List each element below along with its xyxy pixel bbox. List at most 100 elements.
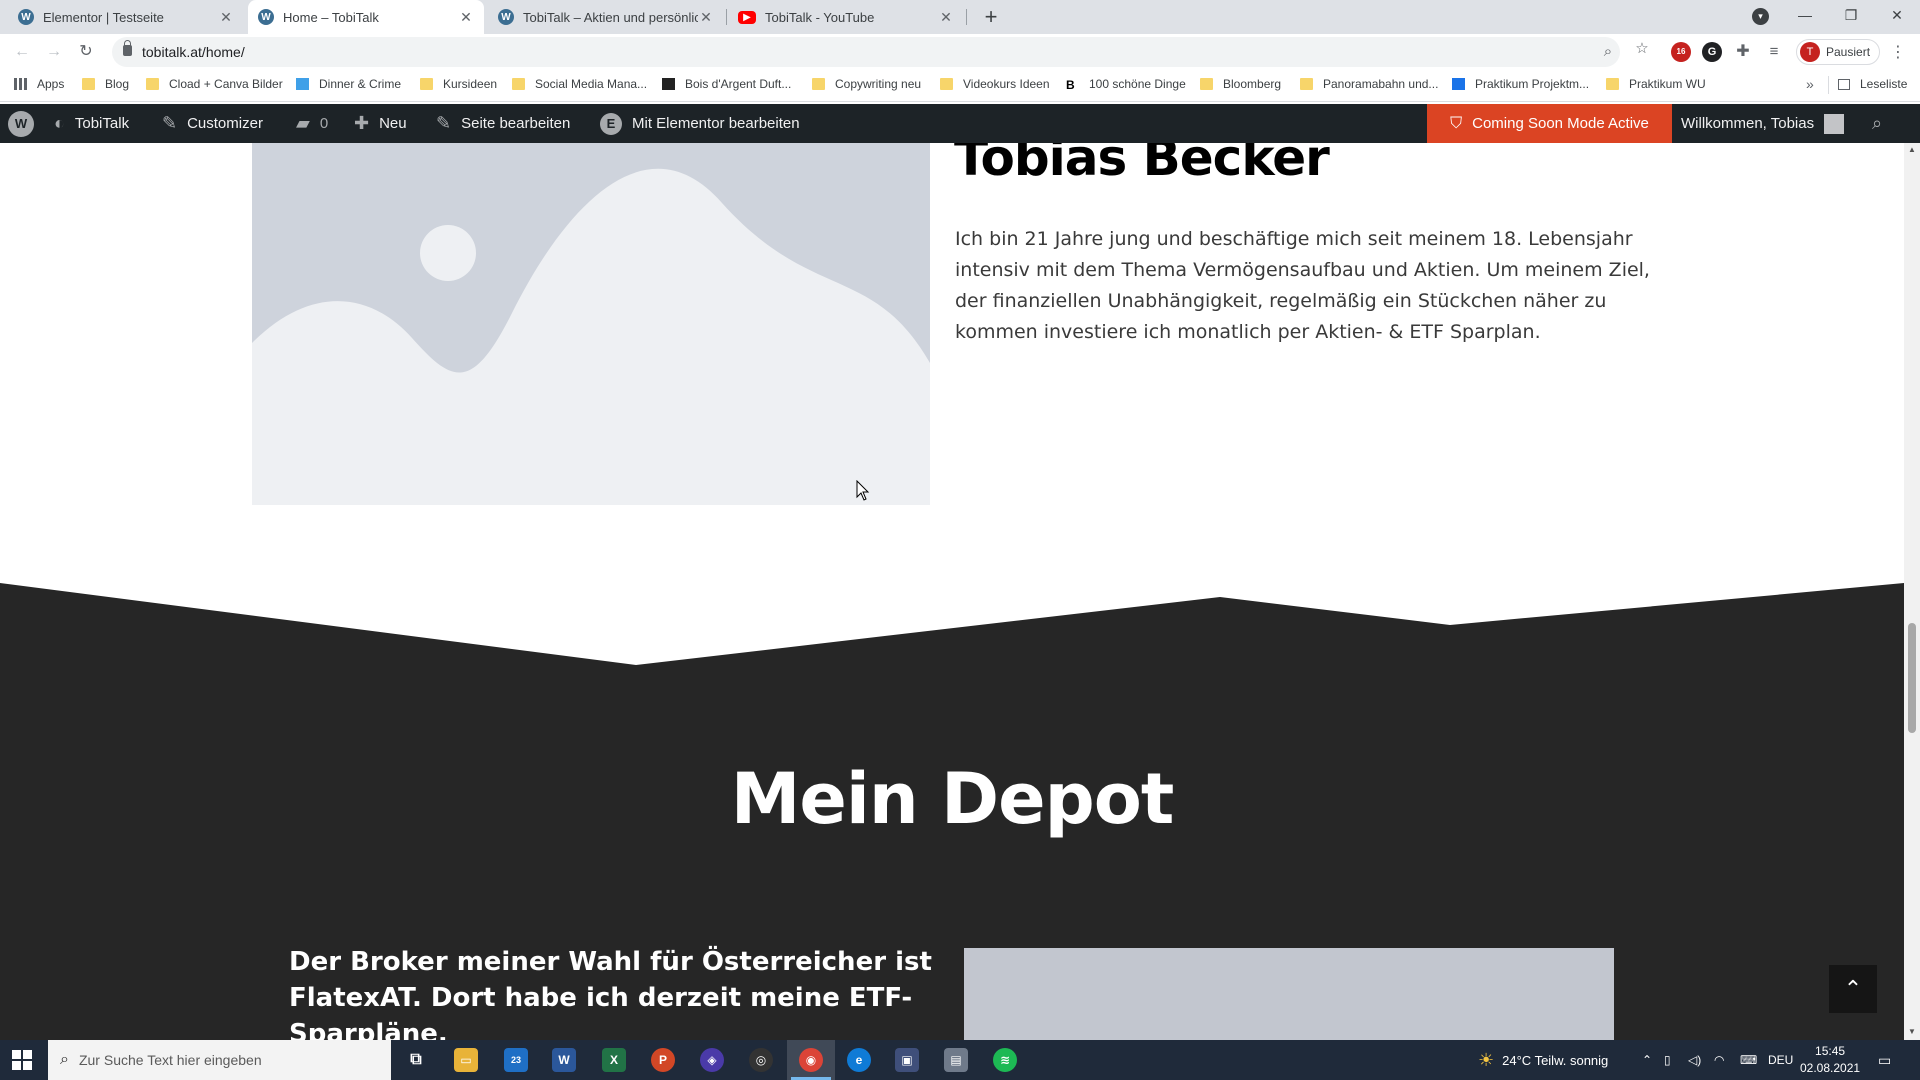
browser-tab-youtube[interactable]: ▶ TobiTalk - YouTube ✕ (728, 0, 964, 34)
close-icon[interactable]: ✕ (218, 9, 234, 26)
wp-customizer[interactable]: ✎ Customizer (162, 104, 263, 143)
bookmark-copywriting[interactable]: Copywriting neu (812, 70, 921, 98)
app-icon[interactable]: ▣ (895, 1048, 919, 1072)
restore-icon[interactable]: ❐ (1828, 0, 1874, 30)
extensions-puzzle-icon[interactable]: ✚ (1733, 42, 1753, 62)
edge-icon[interactable]: e (847, 1048, 871, 1072)
extension-grammarly-icon[interactable]: G (1702, 42, 1722, 62)
page-scrollbar[interactable]: ▲ ▼ (1904, 143, 1920, 1040)
browser-tab-elementor[interactable]: W Elementor | Testseite ✕ (8, 0, 244, 34)
wp-logo-menu[interactable]: W (8, 104, 44, 143)
tab-search-icon[interactable]: ▾ (1752, 8, 1769, 25)
excel-icon[interactable]: X (602, 1048, 626, 1072)
wp-edit-page[interactable]: ✎ Seite bearbeiten (436, 104, 570, 143)
forward-icon[interactable]: → (42, 40, 66, 64)
browser-tab-home[interactable]: W Home – TobiTalk ✕ (248, 0, 484, 34)
bookmark-praktikum-wu[interactable]: Praktikum WU (1606, 70, 1706, 98)
clock-time: 15:45 (1815, 1044, 1846, 1058)
bookmark-star-icon[interactable]: ☆ (1632, 39, 1652, 59)
url-text[interactable]: tobitalk.at/home/ (142, 44, 245, 60)
reading-list-icon (1838, 78, 1850, 90)
mail-icon[interactable]: 23 (504, 1048, 528, 1072)
app-icon[interactable]: ◈ (700, 1048, 724, 1072)
bookmark-cload-canva[interactable]: Cload + Canva Bilder (146, 70, 283, 98)
language-indicator[interactable]: DEU (1768, 1040, 1793, 1080)
bookmark-apps[interactable]: Apps (14, 70, 64, 98)
bookmark-panoramabahn[interactable]: Panoramabahn und... (1300, 70, 1438, 98)
browser-tab-tobitalk[interactable]: W TobiTalk – Aktien und persönliche ✕ (488, 0, 724, 34)
broker-text: Der Broker meiner Wahl für Österreicher … (289, 947, 932, 1040)
task-view-icon[interactable]: ⧉ (404, 1048, 428, 1072)
scroll-up-icon[interactable]: ▲ (1907, 145, 1917, 154)
browser-tabstrip: W Elementor | Testseite ✕ W Home – TobiT… (0, 0, 1920, 34)
notepad-icon[interactable]: ▤ (944, 1048, 968, 1072)
profile-button[interactable]: T Pausiert (1796, 39, 1880, 65)
file-explorer-icon[interactable]: ▭ (454, 1048, 478, 1072)
wp-elementor-edit[interactable]: E Mit Elementor bearbeiten (600, 104, 800, 143)
wp-site-name[interactable]: ◐ TobiTalk (54, 104, 129, 143)
windows-start-icon[interactable] (12, 1050, 32, 1070)
close-icon[interactable]: ✕ (458, 9, 474, 26)
bookmark-100-dinge[interactable]: B 100 schöne Dinge (1066, 70, 1186, 98)
battery-icon[interactable]: ▯ (1664, 1040, 1671, 1080)
weather-widget[interactable]: ☀ 24°C Teilw. sonnig (1478, 1040, 1608, 1080)
bookmark-blog[interactable]: Blog (82, 70, 129, 98)
bookmark-videokurs[interactable]: Videokurs Ideen (940, 70, 1050, 98)
obs-icon[interactable]: ◎ (749, 1048, 773, 1072)
spotify-icon[interactable]: ≋ (993, 1048, 1017, 1072)
word-icon[interactable]: W (552, 1048, 576, 1072)
folder-icon (1300, 78, 1313, 90)
bookmark-bloomberg[interactable]: Bloomberg (1200, 70, 1281, 98)
menu-kebab-icon[interactable]: ⋮ (1890, 42, 1906, 62)
notifications-icon[interactable]: ▭ (1878, 1040, 1891, 1080)
bookmark-label: Kursideen (443, 77, 498, 91)
bookmark-social-media[interactable]: Social Media Mana... (512, 70, 647, 98)
profile-image-placeholder (252, 143, 930, 505)
bookmark-kursideen[interactable]: Kursideen (420, 70, 497, 98)
scrollbar-thumb[interactable] (1908, 623, 1916, 733)
shield-icon: ⛉ (1450, 114, 1463, 132)
folder-icon (512, 78, 525, 90)
wordpress-icon: W (18, 9, 34, 25)
reload-icon[interactable]: ↻ (74, 40, 98, 64)
powerpoint-icon[interactable]: P (651, 1048, 675, 1072)
folder-icon (1200, 78, 1213, 90)
scroll-down-icon[interactable]: ▼ (1907, 1027, 1917, 1036)
reading-list[interactable]: Leseliste (1838, 70, 1907, 98)
wp-new-content[interactable]: ✚ Neu (354, 104, 407, 143)
bookmark-praktikum-projekt[interactable]: Praktikum Projektm... (1452, 70, 1589, 98)
wp-account-menu[interactable]: Willkommen, Tobias (1681, 104, 1845, 143)
wifi-icon[interactable]: ◠ (1714, 1040, 1724, 1080)
extension-adblock-icon[interactable]: 16 (1671, 42, 1691, 62)
taskbar-search-input[interactable]: ⌕ Zur Suche Text hier eingeben (48, 1040, 391, 1080)
close-icon[interactable]: ✕ (938, 9, 954, 26)
bookmark-bois-argent[interactable]: Bois d'Argent Duft... (662, 70, 791, 98)
minimize-icon[interactable]: — (1782, 0, 1828, 30)
bookmark-label: Praktikum Projektm... (1475, 77, 1590, 91)
search-icon[interactable]: ⌕ (1872, 113, 1892, 133)
site-name-label: TobiTalk (74, 115, 130, 132)
keyboard-icon[interactable]: ⌨ (1740, 1040, 1757, 1080)
bookmark-dinner-crime[interactable]: Dinner & Crime (296, 70, 401, 98)
show-hidden-icons-icon[interactable]: ⌃ (1642, 1040, 1652, 1080)
media-control-icon[interactable]: ≡ (1764, 42, 1784, 62)
chevron-up-icon: ⌃ (1843, 976, 1863, 1001)
close-icon[interactable]: ✕ (698, 9, 714, 26)
taskbar-clock[interactable]: 15:45 02.08.2021 (1800, 1043, 1860, 1077)
new-tab-button[interactable]: + (978, 4, 1004, 30)
edit-page-label: Seite bearbeiten (461, 115, 571, 132)
back-icon[interactable]: ← (10, 40, 34, 64)
more-bookmarks-icon[interactable]: » (1806, 76, 1814, 92)
window-close-icon[interactable]: ✕ (1874, 0, 1920, 30)
wp-comments[interactable]: ▰ 0 (296, 104, 328, 143)
windows-taskbar: ⌕ Zur Suche Text hier eingeben ⧉ ▭ 23 W … (0, 1040, 1920, 1080)
broker-image-placeholder (964, 948, 1614, 1040)
folder-icon (146, 78, 159, 90)
chrome-icon[interactable]: ◉ (799, 1048, 823, 1072)
bookmark-label: Dinner & Crime (319, 77, 402, 91)
volume-icon[interactable]: ◁) (1688, 1040, 1701, 1080)
back-to-top-button[interactable]: ⌃ (1829, 965, 1877, 1013)
address-bar[interactable]: tobitalk.at/home/ ⌕ (112, 37, 1620, 67)
coming-soon-badge[interactable]: ⛉ Coming Soon Mode Active (1427, 104, 1672, 143)
zoom-icon[interactable]: ⌕ (1598, 42, 1618, 62)
